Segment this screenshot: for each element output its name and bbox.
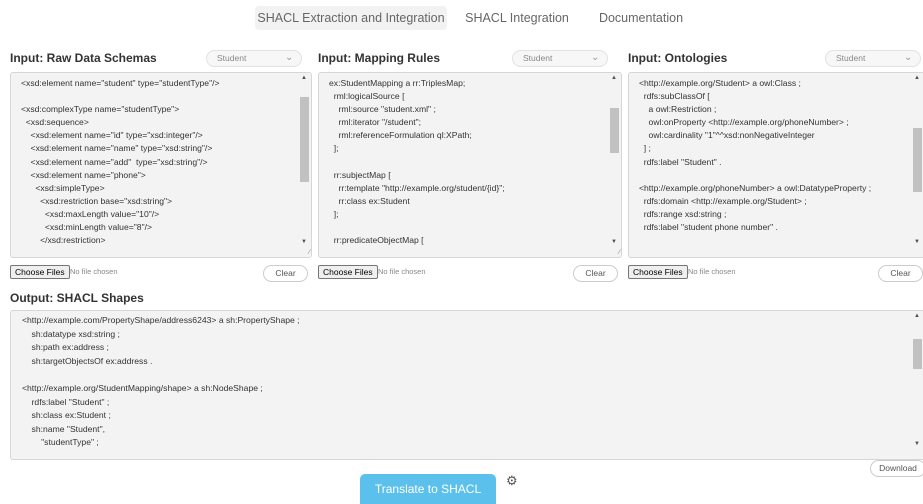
scroll-up-icon[interactable]: ▲: [301, 75, 307, 81]
no-file-text: No file chosen: [688, 267, 736, 276]
resize-handle-icon[interactable]: ∕: [619, 249, 620, 256]
tab-shacl-extraction-and-integration[interactable]: SHACL Extraction and Integration: [255, 6, 447, 30]
raw-schemas-file-row: Choose Files No file chosen Clear: [10, 264, 312, 282]
translate-to-shacl-button[interactable]: Translate to SHACL: [360, 474, 496, 504]
mapping-rules-scrollbar[interactable]: ▲ ▼: [609, 73, 621, 257]
scrollbar-thumb[interactable]: [913, 128, 922, 192]
scrollbar-thumb[interactable]: [610, 108, 619, 153]
raw-schemas-content: <xsd:element name="student" type="studen…: [21, 78, 220, 246]
raw-schemas-textarea[interactable]: <xsd:element name="student" type="studen…: [10, 72, 312, 258]
mapping-rules-header: Input: Mapping Rules Student ⌄: [318, 48, 622, 70]
choose-files-button[interactable]: Choose Files: [628, 265, 688, 279]
scroll-down-icon[interactable]: ▼: [914, 441, 920, 447]
mapping-rules-select[interactable]: Student ⌄: [512, 50, 608, 67]
output-content: <http://example.com/PropertyShape/addres…: [22, 315, 300, 448]
clear-button[interactable]: Clear: [573, 265, 618, 282]
mapping-rules-file-row: Choose Files No file chosen Clear: [318, 264, 622, 282]
tab-shacl-integration[interactable]: SHACL Integration: [455, 6, 579, 30]
output-textarea[interactable]: <http://example.com/PropertyShape/addres…: [10, 310, 923, 460]
output-scrollbar[interactable]: ▲ ▼: [912, 311, 923, 459]
choose-files-button[interactable]: Choose Files: [10, 265, 70, 279]
gear-icon[interactable]: ⚙: [506, 474, 520, 488]
clear-button[interactable]: Clear: [263, 265, 308, 282]
raw-schemas-select-value: Student: [217, 53, 247, 63]
resize-handle-icon[interactable]: ∕: [309, 249, 310, 256]
scroll-up-icon[interactable]: ▲: [914, 75, 920, 81]
scroll-up-icon[interactable]: ▲: [914, 313, 920, 319]
top-nav: SHACL Extraction and Integration SHACL I…: [0, 0, 923, 38]
ontologies-scrollbar[interactable]: ▲ ▼: [912, 73, 923, 257]
scrollbar-thumb[interactable]: [300, 97, 309, 182]
raw-schemas-title: Input: Raw Data Schemas: [10, 51, 157, 65]
mapping-rules-content: ex:StudentMapping a rr:TriplesMap; rml:l…: [329, 78, 505, 246]
ontologies-textarea[interactable]: <http://example.org/Student> a owl:Class…: [628, 72, 923, 258]
choose-files-button[interactable]: Choose Files: [318, 265, 378, 279]
ontologies-title: Input: Ontologies: [628, 51, 728, 65]
chevron-down-icon: ⌄: [591, 52, 600, 63]
tab-documentation[interactable]: Documentation: [586, 6, 696, 30]
chevron-down-icon: ⌄: [904, 52, 913, 63]
mapping-rules-title: Input: Mapping Rules: [318, 51, 440, 65]
scroll-down-icon[interactable]: ▼: [301, 239, 307, 245]
clear-button[interactable]: Clear: [878, 265, 923, 282]
chevron-down-icon: ⌄: [285, 52, 294, 63]
ontologies-panel: Input: Ontologies Student ⌄ <http://exam…: [628, 48, 923, 282]
raw-schemas-header: Input: Raw Data Schemas Student ⌄: [10, 48, 312, 70]
mapping-rules-panel: Input: Mapping Rules Student ⌄ ex:Studen…: [318, 48, 622, 282]
scroll-up-icon[interactable]: ▲: [611, 75, 617, 81]
ontologies-content: <http://example.org/Student> a owl:Class…: [639, 78, 872, 233]
ontologies-select[interactable]: Student ⌄: [825, 50, 921, 67]
no-file-text: No file chosen: [378, 267, 426, 276]
ontologies-header: Input: Ontologies Student ⌄: [628, 48, 923, 70]
raw-schemas-panel: Input: Raw Data Schemas Student ⌄ <xsd:e…: [10, 48, 312, 282]
no-file-text: No file chosen: [70, 267, 118, 276]
ontologies-file-row: Choose Files No file chosen Clear: [628, 264, 923, 282]
scroll-down-icon[interactable]: ▼: [914, 239, 920, 245]
output-title: Output: SHACL Shapes: [10, 291, 144, 305]
download-button[interactable]: Download: [870, 460, 923, 477]
mapping-rules-textarea[interactable]: ex:StudentMapping a rr:TriplesMap; rml:l…: [318, 72, 622, 258]
scrollbar-thumb[interactable]: [913, 339, 922, 369]
raw-schemas-scrollbar[interactable]: ▲ ▼: [299, 73, 311, 257]
raw-schemas-select[interactable]: Student ⌄: [206, 50, 302, 67]
mapping-rules-select-value: Student: [523, 53, 553, 63]
scroll-down-icon[interactable]: ▼: [611, 239, 617, 245]
ontologies-select-value: Student: [836, 53, 866, 63]
